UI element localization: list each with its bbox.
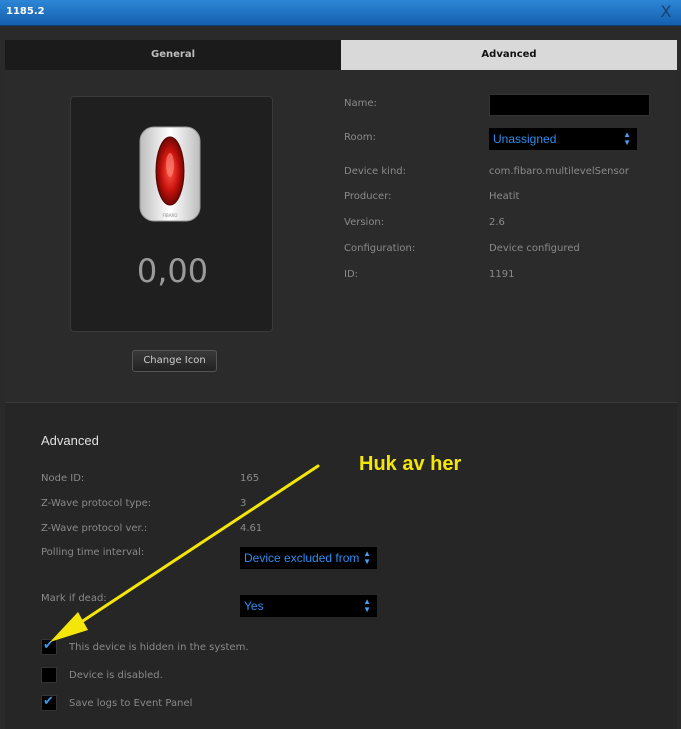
checkmark-icon: ✔: [43, 638, 54, 653]
hidden-checkbox-row[interactable]: ✔ This device is hidden in the system.: [41, 638, 249, 655]
advanced-section-title: Advanced: [41, 433, 99, 448]
close-icon[interactable]: X: [657, 3, 675, 21]
disabled-checkbox-row[interactable]: Device is disabled.: [41, 667, 163, 683]
window-title: 1185.2: [6, 6, 45, 17]
hidden-checkbox[interactable]: ✔: [41, 638, 57, 655]
tab-general[interactable]: General: [5, 40, 341, 70]
advanced-panel: Advanced Node ID: 165 Z-Wave protocol ty…: [5, 403, 677, 729]
disabled-checkbox[interactable]: [41, 667, 57, 683]
zwave-ver-label: Z-Wave protocol ver.:: [41, 523, 148, 534]
name-label: Name:: [344, 98, 377, 109]
mark-dead-label: Mark if dead:: [41, 593, 107, 604]
multilevel-sensor-icon: FIBARO: [139, 126, 201, 222]
polling-label: Polling time interval:: [41, 547, 145, 558]
configuration-value: Device configured: [489, 243, 580, 254]
tab-bar: General Advanced: [5, 40, 677, 70]
version-label: Version:: [344, 217, 385, 228]
producer-label: Producer:: [344, 191, 392, 202]
producer-value: Heatit: [489, 191, 520, 202]
room-label: Room:: [344, 132, 376, 143]
device-overview-panel: FIBARO 0,00 Change Icon Name: Room: Unas…: [5, 70, 677, 402]
name-input[interactable]: [489, 94, 650, 116]
checkmark-icon: ✔: [43, 694, 54, 709]
configuration-label: Configuration:: [344, 243, 416, 254]
id-value: 1191: [489, 269, 515, 280]
mark-dead-select[interactable]: Yes ▲ ▼: [240, 595, 377, 617]
room-select[interactable]: Unassigned ▲ ▼: [489, 128, 637, 150]
sensor-value: 0,00: [136, 252, 209, 290]
polling-select[interactable]: Device excluded from ▲ ▼: [240, 547, 377, 569]
tab-advanced[interactable]: Advanced: [341, 40, 677, 70]
save-logs-checkbox[interactable]: ✔: [41, 694, 57, 711]
mark-dead-select-value: Yes: [244, 599, 264, 613]
device-kind-label: Device kind:: [344, 166, 407, 177]
brand-text: FIBARO: [163, 213, 178, 218]
id-label: ID:: [344, 269, 359, 280]
node-id-label: Node ID:: [41, 473, 85, 484]
hidden-checkbox-label: This device is hidden in the system.: [69, 641, 249, 653]
change-icon-button[interactable]: Change Icon: [132, 350, 217, 372]
select-arrows-icon: ▲ ▼: [363, 597, 371, 614]
polling-select-value: Device excluded from: [244, 551, 360, 565]
room-select-value: Unassigned: [493, 132, 557, 146]
select-arrows-icon: ▲ ▼: [363, 549, 371, 566]
zwave-type-value: 3: [240, 498, 247, 509]
node-id-value: 165: [240, 473, 260, 484]
title-bar: 1185.2 X: [0, 0, 681, 26]
zwave-type-label: Z-Wave protocol type:: [41, 498, 152, 509]
device-icon-box: FIBARO 0,00: [70, 96, 273, 332]
device-kind-value: com.fibaro.multilevelSensor: [489, 166, 629, 177]
save-logs-checkbox-row[interactable]: ✔ Save logs to Event Panel: [41, 694, 193, 711]
zwave-ver-value: 4.61: [240, 523, 263, 534]
disabled-checkbox-label: Device is disabled.: [69, 669, 163, 681]
save-logs-checkbox-label: Save logs to Event Panel: [69, 697, 193, 709]
annotation-text: Huk av her: [359, 453, 462, 475]
select-arrows-icon: ▲ ▼: [623, 130, 631, 147]
version-value: 2.6: [489, 217, 505, 228]
